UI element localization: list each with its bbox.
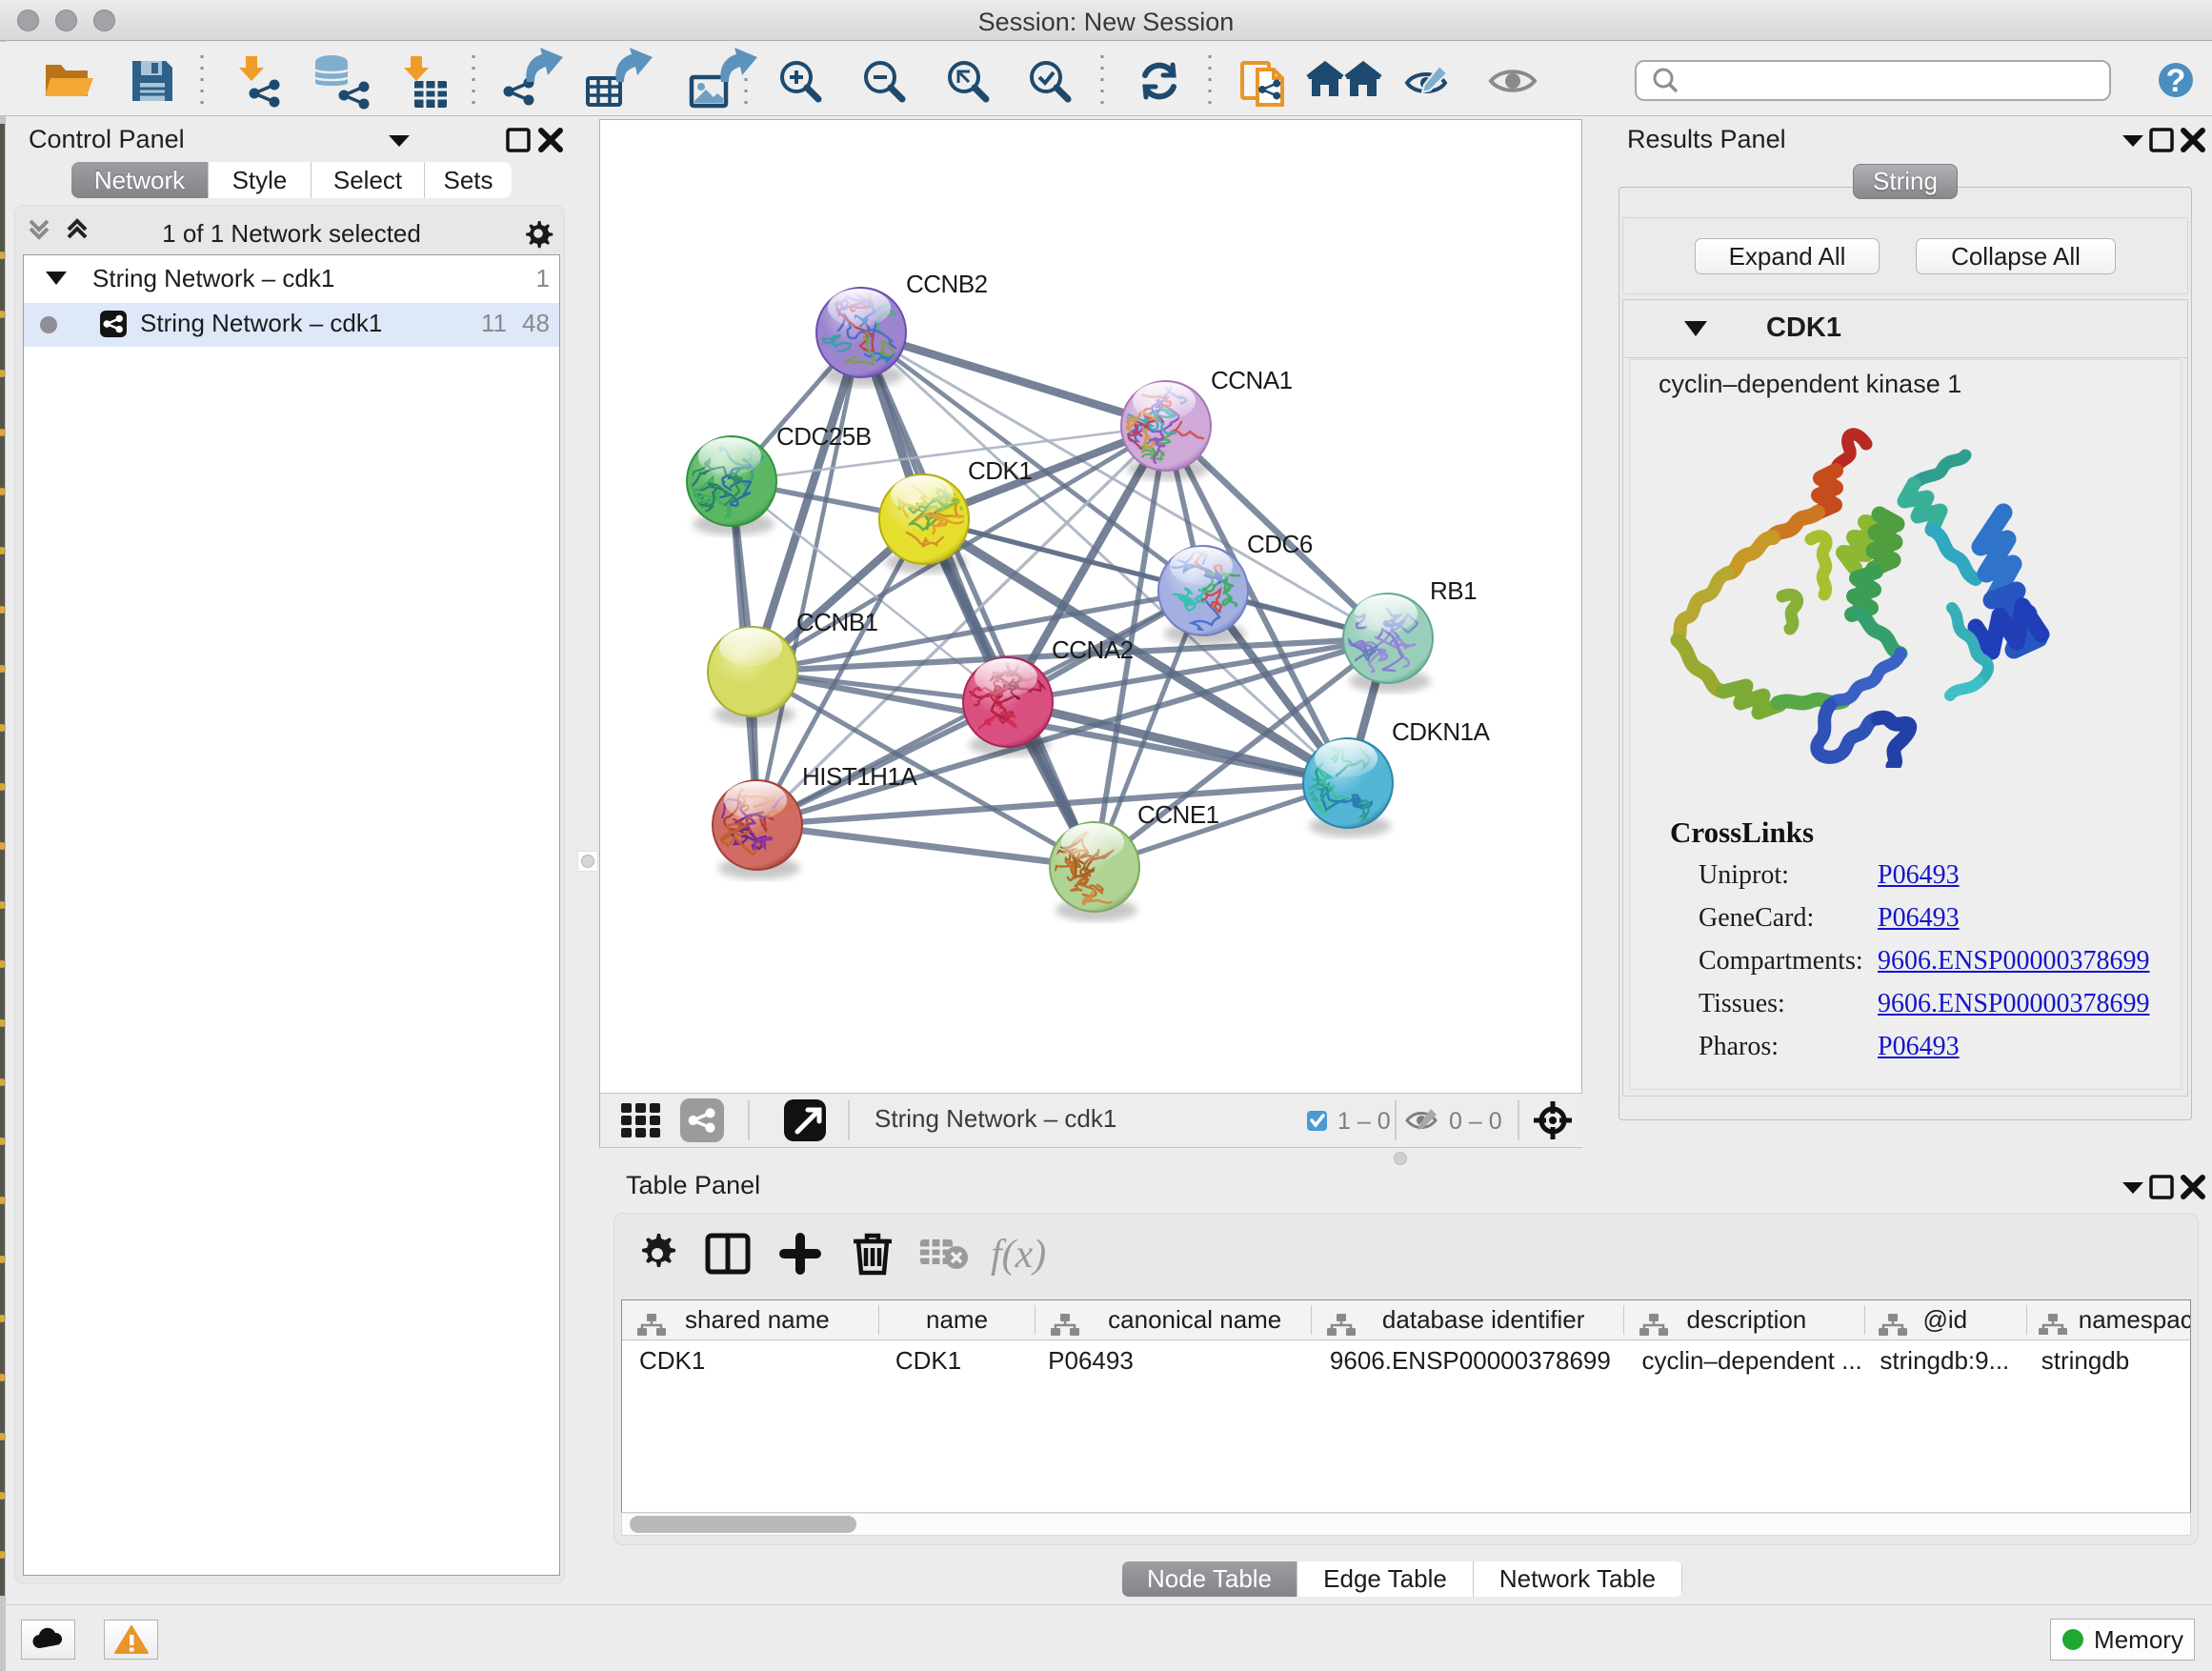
svg-text:CDK1: CDK1 [968, 456, 1032, 485]
svg-text:HIST1H1A: HIST1H1A [802, 762, 917, 791]
svg-text:CCNB2: CCNB2 [906, 270, 988, 298]
svg-text:0 – 0: 0 – 0 [1449, 1108, 1502, 1135]
svg-text:1 – 0: 1 – 0 [1337, 1108, 1391, 1135]
svg-text:CCNA2: CCNA2 [1052, 635, 1134, 664]
svg-text:CDKN1A: CDKN1A [1392, 717, 1491, 746]
svg-text:f(x): f(x) [991, 1233, 1046, 1277]
svg-text:CCNE1: CCNE1 [1137, 800, 1219, 829]
svg-text:CCNA1: CCNA1 [1211, 366, 1293, 394]
svg-text:CDC25B: CDC25B [776, 422, 872, 451]
svg-text:CDC6: CDC6 [1247, 530, 1313, 558]
svg-text:RB1: RB1 [1430, 576, 1477, 605]
svg-text:?: ? [2166, 63, 2186, 99]
svg-text:CCNB1: CCNB1 [796, 608, 878, 636]
